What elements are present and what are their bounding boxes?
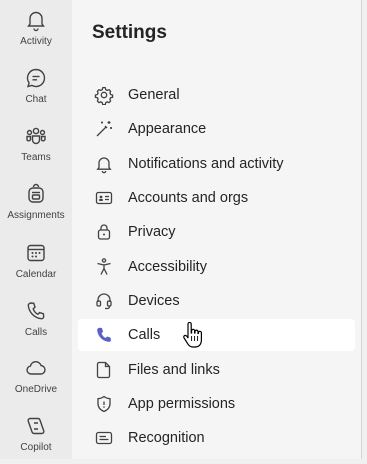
hand-pointer-icon (183, 322, 202, 348)
settings-item-accounts[interactable]: Accounts and orgs (78, 182, 355, 214)
calendar-icon (27, 244, 45, 262)
rail-item-assignments[interactable]: Assignments (0, 176, 72, 232)
gear-icon (94, 86, 114, 105)
settings-item-devices[interactable]: Devices (78, 285, 355, 317)
teams-icon (26, 127, 46, 145)
settings-item-notifications[interactable]: Notifications and activity (78, 148, 355, 180)
app-rail: Activity Chat Teams Assignments Calendar (0, 0, 73, 459)
shield-icon (97, 395, 111, 413)
rail-label: Copilot (20, 442, 52, 453)
rail-item-activity[interactable]: Activity (0, 2, 72, 58)
settings-item-label: Privacy (128, 224, 176, 240)
settings-item-label: Calls (128, 327, 161, 343)
settings-item-label: Recognition (128, 430, 205, 446)
lock-icon (97, 224, 111, 240)
rail-item-chat[interactable]: Chat (0, 60, 72, 116)
settings-item-app-permissions[interactable]: App permissions (78, 388, 355, 420)
captions-icon (95, 431, 113, 445)
accessibility-icon (97, 258, 111, 275)
phone-icon (27, 302, 45, 320)
settings-item-calls[interactable]: Calls (78, 319, 355, 351)
rail-item-copilot[interactable]: Copilot (0, 408, 72, 464)
rail-label: Calls (24, 327, 48, 338)
phone-icon (97, 327, 111, 342)
settings-item-files[interactable]: Files and links (78, 354, 355, 386)
magic-wand-icon (96, 121, 112, 137)
settings-item-label: Notifications and activity (128, 156, 284, 172)
settings-item-label: Accounts and orgs (128, 190, 249, 206)
settings-panel: Settings General Appearance Notification… (72, 0, 361, 459)
rail-label: Activity (20, 36, 52, 47)
rail-item-calendar[interactable]: Calendar (0, 235, 72, 291)
id-card-icon (95, 191, 113, 205)
document-icon (96, 361, 111, 379)
settings-item-appearance[interactable]: Appearance (78, 113, 355, 145)
headset-icon (96, 293, 112, 310)
settings-item-privacy[interactable]: Privacy (78, 216, 355, 248)
copilot-icon (27, 417, 45, 435)
rail-item-onedrive[interactable]: OneDrive (0, 350, 72, 406)
rail-label: Teams (21, 152, 51, 163)
rail-label: Assignments (7, 210, 65, 221)
rail-label: Calendar (15, 269, 57, 280)
settings-item-label: App permissions (128, 396, 236, 412)
settings-item-label: Files and links (128, 362, 220, 378)
rail-label: Chat (25, 94, 47, 105)
settings-item-recognition[interactable]: Recognition (78, 422, 355, 454)
bell-icon (96, 157, 112, 174)
settings-item-label: Appearance (128, 121, 207, 137)
rail-label: OneDrive (14, 384, 58, 395)
settings-item-accessibility[interactable]: Accessibility (78, 251, 355, 283)
page-title: Settings (92, 22, 167, 43)
settings-item-label: Accessibility (128, 259, 207, 275)
backpack-icon (28, 183, 44, 203)
settings-item-general[interactable]: General (78, 79, 355, 111)
settings-item-label: General (128, 87, 180, 103)
chat-icon (26, 68, 46, 88)
cloud-icon (26, 361, 46, 375)
panel-divider (361, 0, 362, 459)
settings-item-label: Devices (128, 293, 180, 309)
rail-item-teams[interactable]: Teams (0, 118, 72, 174)
bell-icon (27, 11, 45, 32)
rail-item-calls[interactable]: Calls (0, 293, 72, 349)
